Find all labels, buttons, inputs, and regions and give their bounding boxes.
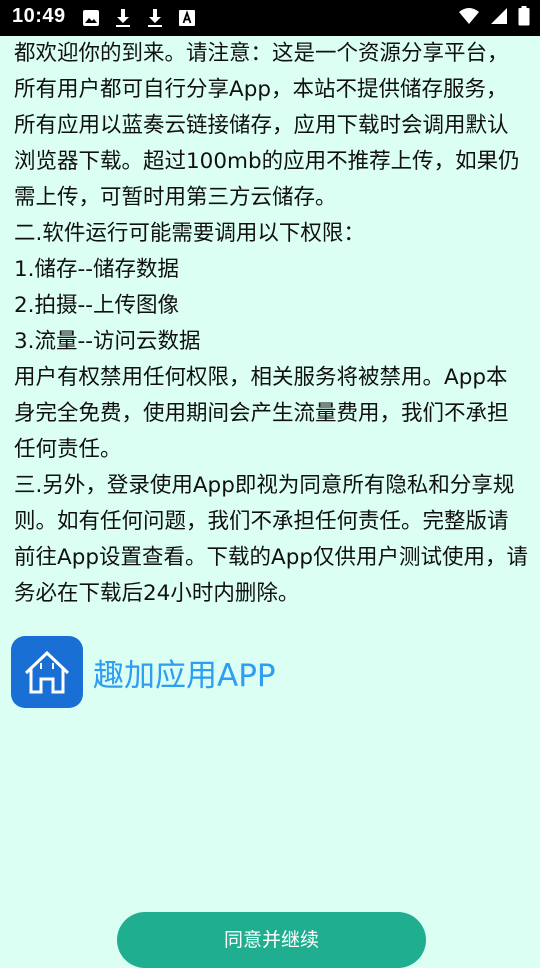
agreement-paragraph: 用户有权禁用任何权限，相关服务将被禁用。App本身完全免费，使用期间会产生流量费…: [14, 365, 509, 462]
home-icon: [11, 636, 83, 708]
battery-icon: [518, 6, 530, 30]
agreement-paragraph: 三.另外，登录使用App即视为同意所有隐私和分享规则。如有任何问题，我们不承担任…: [14, 473, 528, 606]
notification-icons: [80, 7, 198, 29]
app-name: 趣加应用APP: [93, 657, 276, 694]
status-bar: 10:49: [0, 0, 540, 36]
agreement-paragraph: 1.储存--储存数据: [14, 257, 180, 282]
status-time: 10:49: [12, 5, 66, 27]
download-icon: [112, 7, 134, 29]
app-branding: 趣加应用APP: [11, 636, 276, 708]
agreement-text: 都欢迎你的到来。请注意：这是一个资源分享平台，所有用户都可自行分享App，本站不…: [14, 36, 528, 642]
system-icons: [458, 6, 530, 30]
agreement-paragraph: 二.软件运行可能需要调用以下权限：: [14, 221, 365, 246]
wifi-icon: [458, 7, 480, 29]
agreement-paragraph: 2.拍摄--上传图像: [14, 293, 180, 318]
font-a-icon: [176, 7, 198, 29]
agreement-paragraph: 3.流量--访问云数据: [14, 329, 201, 354]
download-icon: [144, 7, 166, 29]
image-icon: [80, 7, 102, 29]
signal-icon: [490, 7, 508, 29]
agreement-paragraph: 都欢迎你的到来。请注意：这是一个资源分享平台，所有用户都可自行分享App，本站不…: [14, 41, 520, 210]
